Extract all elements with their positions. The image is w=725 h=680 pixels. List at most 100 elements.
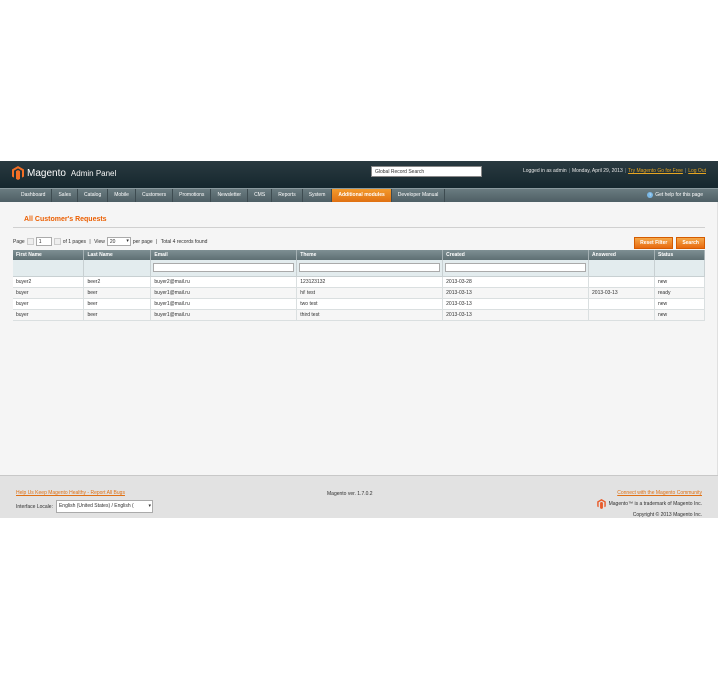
cell-created: 2013-03-28 <box>442 276 590 288</box>
page-number-input[interactable]: 1 <box>35 237 52 246</box>
main-content: All Customer's Requests Page 1 of 1 page… <box>13 211 706 321</box>
magento-logo-icon <box>12 166 24 180</box>
per-page-label: per page <box>132 238 153 245</box>
main-nav: Dashboard Sales Catalog Mobile Customers… <box>0 188 718 202</box>
reset-filter-button[interactable]: Reset Filter <box>634 237 674 249</box>
copyright-text: Copyright © 2013 Magento Inc. <box>632 512 702 518</box>
filter-created-cell <box>442 260 590 277</box>
trademark-row: Magento™ is a trademark of Magento Inc. <box>596 499 702 509</box>
nav-newsletter[interactable]: Newsletter <box>211 189 249 202</box>
page-title: All Customer's Requests <box>13 211 705 228</box>
table-row[interactable]: buyer2 beer2 buyer2@mail.ru 123123132 20… <box>13 276 706 288</box>
total-records: Total 4 records found <box>160 238 208 245</box>
col-answered[interactable]: Answered <box>588 250 655 260</box>
cell-created: 2013-03-13 <box>442 287 590 299</box>
cell-created: 2013-03-13 <box>442 309 590 321</box>
nav-reports[interactable]: Reports <box>272 189 303 202</box>
table-row[interactable]: buyer beer buyer1@mail.ru third test 201… <box>13 309 706 321</box>
col-first-name[interactable]: First Name <box>13 250 85 260</box>
grid-header-row: First Name Last Name Email Theme Created… <box>13 250 706 260</box>
cell-last-name: beer <box>83 287 152 299</box>
global-search-input[interactable]: Global Record Search <box>371 166 482 177</box>
filter-first-name <box>13 260 85 277</box>
trademark-text: Magento™ is a trademark of Magento Inc. <box>608 501 702 507</box>
per-page-select[interactable]: 20 <box>106 237 131 246</box>
brand-subtitle: Admin Panel <box>70 168 117 178</box>
cell-email: buyer1@mail.ru <box>150 298 298 310</box>
cell-status: new <box>654 309 706 321</box>
cell-theme: 123123132 <box>296 276 444 288</box>
cell-first-name: buyer <box>13 298 85 310</box>
brand-name: Magento <box>27 167 66 179</box>
col-created[interactable]: Created <box>442 250 590 260</box>
help-link[interactable]: ? Get help for this page <box>647 192 703 198</box>
cell-status: ready <box>654 287 706 299</box>
requests-grid: First Name Last Name Email Theme Created… <box>13 250 706 321</box>
col-email[interactable]: Email <box>150 250 298 260</box>
filter-email-cell <box>150 260 298 277</box>
cell-created: 2013-03-13 <box>442 298 590 310</box>
logout-link[interactable]: Log Out <box>688 168 706 174</box>
cell-last-name: beer <box>83 309 152 321</box>
col-last-name[interactable]: Last Name <box>83 250 152 260</box>
user-bar: Logged in as admin | Monday, April 29, 201… <box>522 168 706 174</box>
nav-promotions[interactable]: Promotions <box>173 189 212 202</box>
footer: Help Us Keep Magento Healthy - Report Al… <box>0 475 718 518</box>
cell-last-name: beer <box>83 298 152 310</box>
table-row[interactable]: buyer beer buyer1@mail.ru two test 2013-… <box>13 298 706 310</box>
logged-in-text: Logged in as admin <box>522 168 567 174</box>
filter-email-input[interactable] <box>153 263 295 273</box>
cell-theme: hi! test <box>296 287 444 299</box>
current-date: Monday, April 29, 2013 <box>571 168 623 174</box>
filter-created-input[interactable] <box>445 263 587 273</box>
cell-first-name: buyer <box>13 287 85 299</box>
locale-row: Interface Locale: English (United States… <box>16 500 153 513</box>
cell-theme: third test <box>296 309 444 321</box>
community-link[interactable]: Connect with the Magento Community <box>597 490 702 496</box>
cell-email: buyer2@mail.ru <box>150 276 298 288</box>
cell-answered <box>588 298 655 310</box>
next-page-arrow-icon[interactable] <box>53 238 61 245</box>
nav-additional-modules[interactable]: Additional modules <box>332 189 392 202</box>
cell-status: new <box>654 298 706 310</box>
filter-theme-input[interactable] <box>299 263 441 273</box>
version-text: Magento ver. 1.7.0.2 <box>327 491 373 497</box>
report-bugs-link[interactable]: Help Us Keep Magento Healthy - Report Al… <box>16 490 153 496</box>
nav-dashboard[interactable]: Dashboard <box>15 189 53 202</box>
cell-first-name: buyer <box>13 309 85 321</box>
cell-email: buyer1@mail.ru <box>150 309 298 321</box>
col-theme[interactable]: Theme <box>296 250 444 260</box>
view-label: View <box>94 238 105 245</box>
filter-last-name <box>83 260 152 277</box>
footer-right: Connect with the Magento Community Magen… <box>596 490 702 518</box>
pager: Page 1 of 1 pages | View 20 per page | T… <box>13 237 207 246</box>
cell-answered <box>588 276 655 288</box>
nav-catalog[interactable]: Catalog <box>78 189 109 202</box>
header-bar: Magento Admin Panel Global Record Search… <box>0 161 718 188</box>
col-status[interactable]: Status <box>654 250 706 260</box>
help-icon: ? <box>647 192 654 198</box>
nav-developer-manual[interactable]: Developer Manual <box>392 189 446 202</box>
table-row[interactable]: buyer beer buyer1@mail.ru hi! test 2013-… <box>13 287 706 299</box>
nav-cms[interactable]: CMS <box>248 189 273 202</box>
page-label: Page <box>13 238 25 245</box>
search-button[interactable]: Search <box>676 237 705 249</box>
help-label: Get help for this page <box>655 192 703 198</box>
try-magento-go-link[interactable]: Try Magento Go for Free <box>628 168 683 174</box>
cell-status: new <box>654 276 706 288</box>
cell-theme: two test <box>296 298 444 310</box>
magento-logo[interactable]: Magento Admin Panel <box>12 166 116 180</box>
nav-mobile[interactable]: Mobile <box>108 189 136 202</box>
nav-sales[interactable]: Sales <box>52 189 78 202</box>
filter-status <box>654 260 706 277</box>
prev-page-arrow-icon[interactable] <box>26 238 34 245</box>
nav-customers[interactable]: Customers <box>136 189 174 202</box>
locale-select[interactable]: English (United States) / English ( <box>55 500 153 513</box>
nav-system[interactable]: System <box>303 189 333 202</box>
locale-label: Interface Locale: <box>16 503 53 510</box>
admin-frame: Magento Admin Panel Global Record Search… <box>0 161 718 518</box>
footer-left: Help Us Keep Magento Healthy - Report Al… <box>16 490 153 513</box>
of-pages-label: of 1 pages <box>62 238 87 245</box>
filter-theme-cell <box>296 260 444 277</box>
grid-filter-row <box>13 260 706 277</box>
